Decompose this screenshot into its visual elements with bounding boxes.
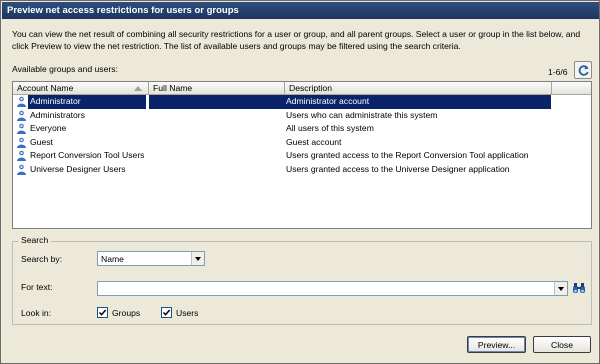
table-row[interactable]: Administrators Users who can administrate… (13, 109, 551, 123)
description-cell: Users granted access to the Universe Des… (286, 163, 510, 174)
column-full-name[interactable]: Full Name (149, 82, 285, 95)
search-by-select[interactable]: Name (97, 251, 205, 266)
column-filler (552, 82, 591, 95)
list-body: Administrator Administrator account Admini… (13, 95, 551, 177)
check-icon (162, 309, 171, 316)
accounts-list[interactable]: Account Name Full Name Description Admin… (12, 81, 592, 229)
close-button[interactable]: Close (533, 336, 591, 353)
row-detail: Users granted access to the Report Conve… (149, 149, 551, 163)
row-detail: Users who can administrate this system (149, 109, 551, 123)
account-name-cell: Universe Designer Users (30, 163, 126, 174)
column-account-name[interactable]: Account Name (13, 82, 149, 95)
table-row[interactable]: Everyone All users of this system (13, 122, 551, 136)
search-legend: Search (18, 235, 52, 245)
description-cell: Guest account (286, 136, 342, 147)
chevron-down-icon[interactable] (191, 252, 204, 265)
preview-dialog: Preview net access restrictions for user… (0, 0, 600, 364)
account-name-cell: Guest (30, 136, 53, 147)
user-icon (16, 164, 27, 175)
column-description[interactable]: Description (285, 82, 552, 95)
user-icon (16, 137, 27, 148)
account-name-cell: Report Conversion Tool Users (30, 150, 145, 161)
list-label: Available groups and users: (12, 64, 118, 74)
user-icon (16, 123, 27, 135)
description-cell: All users of this system (286, 123, 374, 134)
binoculars-icon[interactable] (572, 281, 586, 295)
refresh-button[interactable] (574, 61, 592, 79)
sort-ascending-icon (134, 86, 142, 91)
users-label: Users (176, 308, 199, 318)
list-header: Account Name Full Name Description (13, 82, 591, 95)
look-in-label: Look in: (21, 308, 52, 318)
row-detail: Users granted access to the Universe Des… (149, 163, 551, 177)
table-row[interactable]: Report Conversion Tool Users Users grante… (13, 149, 551, 163)
column-label: Full Name (153, 83, 193, 93)
check-icon (98, 309, 107, 316)
account-name-cell: Administrators (30, 109, 85, 120)
row-detail: Guest account (149, 136, 551, 150)
column-label: Description (289, 83, 332, 93)
search-group: Search Search by: Name For text: Look in… (12, 235, 592, 325)
dialog-title: Preview net access restrictions for user… (2, 2, 599, 19)
groups-checkbox[interactable] (97, 307, 108, 318)
preview-button[interactable]: Preview... (467, 336, 526, 353)
description-cell: Administrator account (286, 96, 370, 106)
description-cell: Users who can administrate this system (286, 109, 438, 120)
table-row[interactable]: Universe Designer Users Users granted acc… (13, 163, 551, 177)
search-by-value: Name (101, 254, 124, 264)
account-name-cell: Administrator (28, 95, 146, 109)
row-detail: Administrator account (149, 95, 551, 109)
groups-label: Groups (112, 308, 141, 318)
column-label: Account Name (17, 83, 74, 93)
search-by-label: Search by: (21, 254, 63, 264)
table-row[interactable]: Guest Guest account (13, 136, 551, 150)
users-checkbox[interactable] (161, 307, 172, 318)
user-icon (16, 96, 27, 107)
refresh-icon (578, 64, 589, 76)
user-icon (16, 110, 27, 121)
description-cell: Users granted access to the Report Conve… (286, 150, 529, 161)
user-icon (16, 150, 27, 162)
for-text-label: For text: (21, 282, 53, 292)
result-count: 1-6/6 (548, 67, 568, 77)
account-name-cell: Everyone (30, 123, 67, 134)
row-detail: All users of this system (149, 122, 551, 136)
table-row[interactable]: Administrator Administrator account (13, 95, 551, 109)
intro-text: You can view the net result of combining… (12, 29, 581, 51)
for-text-input[interactable] (97, 281, 568, 296)
chevron-down-icon[interactable] (554, 282, 567, 295)
